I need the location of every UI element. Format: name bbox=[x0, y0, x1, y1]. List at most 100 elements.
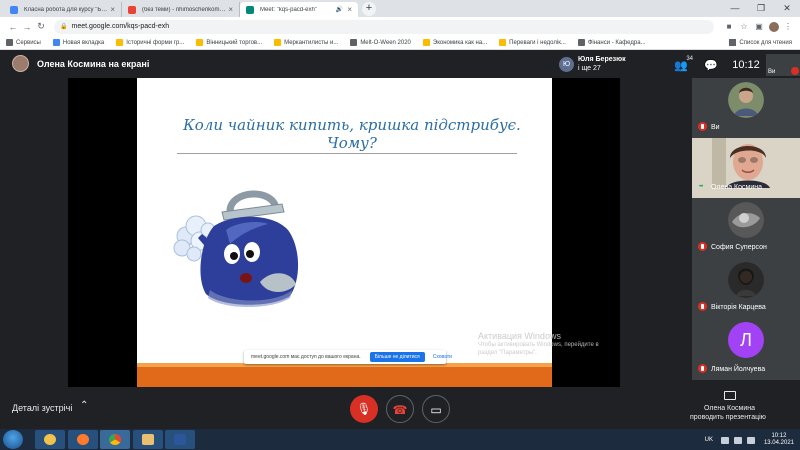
bookmark-item[interactable]: Новая вкладка bbox=[52, 39, 104, 46]
classroom-favicon-icon bbox=[10, 6, 18, 14]
bookmark-item[interactable]: Melt-O-Ween 2020 bbox=[350, 39, 411, 46]
tab-close-icon[interactable]: × bbox=[347, 5, 352, 14]
bookmark-item[interactable]: Фінанси - Кафедра... bbox=[577, 39, 646, 46]
browser-tab-meet[interactable]: Meet: "kqs-pacd-exh" 🔊 × bbox=[240, 2, 358, 17]
hide-notice-button[interactable]: Сховати bbox=[433, 354, 452, 360]
meet-favicon-icon bbox=[246, 6, 254, 14]
system-date: 13.04.2021 bbox=[763, 440, 794, 446]
camera-status-icon[interactable]: ■ bbox=[723, 22, 735, 31]
mic-toggle-button[interactable]: 🎙 bbox=[350, 395, 378, 423]
browser-tab-classroom[interactable]: Класна робота для курсу "Банк × bbox=[4, 2, 122, 17]
reload-icon[interactable]: ↻ bbox=[34, 21, 48, 32]
folder-icon bbox=[116, 39, 124, 46]
network-icon[interactable] bbox=[733, 436, 742, 444]
windows-start-button[interactable] bbox=[3, 430, 23, 449]
presenting-name: Олена Космина bbox=[704, 405, 755, 412]
camera-icon: ▭ bbox=[430, 403, 442, 417]
chat-button[interactable]: 💬 bbox=[696, 59, 726, 72]
volume-icon[interactable] bbox=[746, 436, 755, 444]
participant-card[interactable]: Ю Юля Березюк і ще 27 bbox=[559, 55, 634, 75]
bookmark-item[interactable]: Меркантилисты и... bbox=[274, 39, 338, 46]
tab-close-icon[interactable]: × bbox=[110, 5, 115, 14]
profile-avatar[interactable] bbox=[769, 21, 779, 32]
leave-call-button[interactable]: ☎ bbox=[386, 395, 414, 423]
presentation-icon[interactable] bbox=[724, 391, 736, 400]
bookmark-item[interactable]: Экономика как на... bbox=[422, 39, 487, 46]
url-field[interactable]: 🔒 meet.google.com/kqs-pacd-exh bbox=[54, 19, 714, 34]
participant-photo bbox=[728, 82, 764, 118]
participant-photo bbox=[728, 202, 764, 238]
camera-toggle-button[interactable]: ▭ bbox=[422, 395, 450, 423]
windows-activation-hint: Чтобы активировать Windows, перейдите в … bbox=[478, 342, 599, 356]
share-notice-text: meet.google.com має доступ до вашого екр… bbox=[251, 354, 361, 360]
tab-close-icon[interactable]: × bbox=[228, 5, 233, 14]
minimize-button[interactable]: — bbox=[722, 0, 748, 17]
forward-arrow-icon[interactable]: → bbox=[20, 22, 34, 32]
folder-icon bbox=[499, 39, 507, 46]
screen: Класна робота для курсу "Банк × (без тем… bbox=[0, 0, 800, 450]
apps-grid-icon bbox=[6, 39, 13, 46]
participant-name: Олена Космина bbox=[711, 184, 762, 191]
url-text: meet.google.com/kqs-pacd-exh bbox=[71, 23, 170, 30]
taskbar-media-app[interactable] bbox=[68, 430, 98, 449]
participant-tile-self[interactable]: Ви bbox=[692, 78, 800, 138]
self-preview[interactable]: Ви bbox=[766, 54, 800, 76]
stop-sharing-button[interactable]: Більше не ділитися bbox=[369, 352, 425, 362]
address-bar: ← → ↻ 🔒 meet.google.com/kqs-pacd-exh ■ ☆… bbox=[0, 17, 800, 36]
new-tab-button[interactable]: + bbox=[362, 2, 376, 16]
mic-off-icon: 🎙 bbox=[356, 402, 372, 416]
meet-clock: 10:12 bbox=[732, 59, 760, 71]
participant-initial-avatar: Ю bbox=[559, 57, 574, 72]
participants-count: 34 bbox=[686, 55, 693, 62]
windows-taskbar: UK 10:12 13.04.2021 bbox=[0, 429, 800, 450]
bookmarks-bar: Сервисы Новая вкладка Історичні форми гр… bbox=[0, 36, 800, 50]
participant-name: Ви bbox=[711, 124, 720, 131]
slide-title-line2: Чому? bbox=[327, 134, 377, 152]
address-bar-actions: ■ ☆ ▣ ⋮ bbox=[720, 21, 794, 32]
taskbar-word-app[interactable] bbox=[165, 430, 195, 449]
chevron-up-icon[interactable]: ⌃ bbox=[80, 400, 88, 411]
mic-off-icon bbox=[791, 67, 799, 75]
bookmark-item[interactable]: Вінницький торгов... bbox=[196, 39, 262, 46]
meeting-details-button[interactable]: Деталі зустрічі bbox=[12, 403, 72, 413]
extension-icon[interactable]: ▣ bbox=[753, 22, 765, 31]
taskbar-explorer-app[interactable] bbox=[35, 430, 65, 449]
media-player-icon bbox=[77, 434, 89, 445]
meet-header-actions: 👥 34 💬 10:12 Ви bbox=[666, 54, 800, 76]
participant-tile-presenter[interactable]: ••• Олена Космина bbox=[692, 138, 800, 198]
menu-kebab-icon[interactable]: ⋮ bbox=[782, 22, 794, 31]
mic-off-icon bbox=[698, 364, 707, 373]
participant-tile[interactable]: Л Ляман Йолчуева bbox=[692, 318, 800, 380]
language-indicator[interactable]: UK bbox=[705, 437, 713, 443]
participant-more: і ще 27 bbox=[578, 65, 601, 72]
browser-tab-gmail[interactable]: (без теми) - nhimoschenkom@g × bbox=[122, 2, 240, 17]
back-arrow-icon[interactable]: ← bbox=[6, 22, 20, 32]
speaker-icon[interactable]: 🔊 bbox=[336, 6, 343, 13]
bookmark-apps[interactable]: Сервисы bbox=[6, 39, 41, 46]
participant-name: София Суперсон bbox=[711, 244, 767, 251]
maximize-button[interactable]: ❐ bbox=[748, 0, 774, 17]
cartoon-kettle-image bbox=[173, 190, 299, 307]
speaking-indicator-icon: ••• bbox=[699, 184, 703, 190]
close-window-button[interactable]: ✕ bbox=[774, 0, 800, 17]
participant-tile[interactable]: София Суперсон bbox=[692, 198, 800, 258]
reading-list-button[interactable]: Список для чтения bbox=[729, 39, 792, 46]
presenter-label: Олена Космина на екрані bbox=[37, 59, 150, 69]
tab-title: Класна робота для курсу "Банк bbox=[24, 6, 109, 13]
page-icon bbox=[577, 39, 585, 46]
participant-tile[interactable]: Вікторія Карцева bbox=[692, 258, 800, 318]
system-clock[interactable]: 10:12 13.04.2021 bbox=[764, 433, 794, 447]
tab-title: (без теми) - nhimoschenkom@g bbox=[142, 6, 227, 13]
tray-arrow-icon[interactable] bbox=[720, 436, 729, 444]
taskbar-folder-app[interactable] bbox=[133, 430, 163, 449]
bookmark-star-icon[interactable]: ☆ bbox=[738, 22, 750, 31]
bookmark-item[interactable]: Переваги і недолік... bbox=[499, 39, 566, 46]
folder-icon bbox=[274, 39, 282, 46]
taskbar-chrome-app[interactable] bbox=[100, 430, 130, 449]
self-label: Ви bbox=[768, 69, 776, 75]
mic-off-icon bbox=[698, 242, 707, 251]
mic-off-icon bbox=[698, 302, 707, 311]
participant-video bbox=[712, 138, 780, 188]
people-button[interactable]: 👥 34 bbox=[666, 55, 696, 72]
bookmark-item[interactable]: Історичні форми гр... bbox=[116, 39, 184, 46]
